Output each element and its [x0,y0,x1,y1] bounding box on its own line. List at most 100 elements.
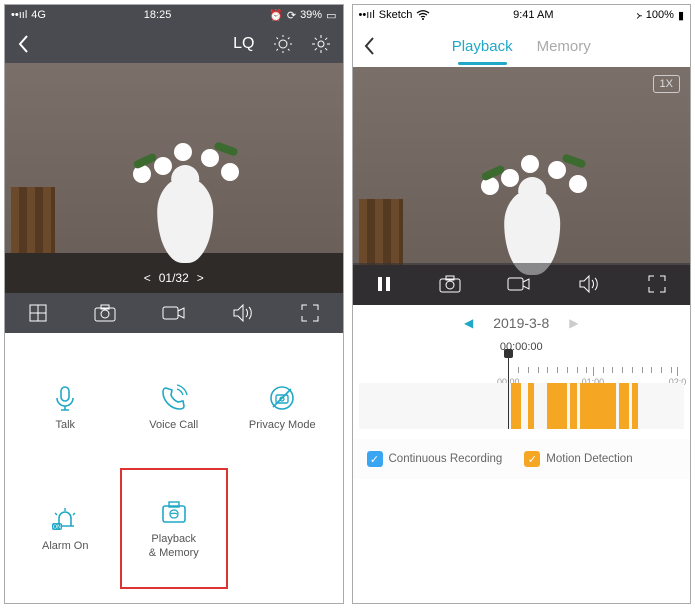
battery-icon: ▭ [326,9,336,22]
alarm-label: Alarm On [42,540,88,553]
pager-total: 32 [175,271,188,285]
on-badge: ON [53,524,61,530]
privacy-mode-button[interactable]: Privacy Mode [228,347,337,468]
timeline-panel: ◀ 2019-3-8 ▶ 00:00:00 00:00 01:00 02:0 [353,305,691,603]
selected-date[interactable]: 2019-3-8 [493,315,549,331]
continuous-label: Continuous Recording [389,453,503,465]
back-button[interactable] [363,36,375,56]
date-selector: ◀ 2019-3-8 ▶ [353,305,691,341]
empty-slot [228,468,337,589]
wifi-icon [416,10,430,20]
camera-icon [439,275,461,293]
sound-button[interactable] [578,275,600,293]
multiview-button[interactable] [28,303,48,323]
clock: 18:25 [144,9,172,21]
camera-pager: < 01/32 > [144,271,204,285]
decor [201,149,219,167]
video-camera-icon [162,304,186,322]
settings-button[interactable] [311,34,331,54]
playback-video-frame[interactable]: 1X [353,67,691,305]
carrier-label: Sketch [379,9,413,21]
video-camera-icon [507,275,531,293]
playback-icon [158,497,190,527]
pause-icon [376,275,392,293]
live-control-bar [5,293,343,333]
recording-segments [359,383,685,429]
current-timecode: 00:00:00 [353,341,691,353]
pager-prev[interactable]: < [144,271,151,285]
feature-grid: Talk Voice Call Privacy Mode ON Alarm On… [5,333,343,603]
gear-icon [311,34,331,54]
timeline-ruler: 00:00 01:00 02:0 [359,367,685,381]
playback-speed-button[interactable]: 1X [653,75,680,93]
record-button[interactable] [507,275,531,293]
speaker-icon [578,275,600,293]
signal-icon: ••ııl [11,9,27,21]
voice-call-button[interactable]: Voice Call [120,347,229,468]
chevron-left-icon [363,36,375,56]
tab-playback[interactable]: Playback [452,34,513,59]
pager-current: 01 [159,271,172,285]
expand-icon [300,303,320,323]
siren-icon: ON [49,504,81,534]
playback-screen: ••ııl Sketch 9:41 AM ᚛ 100% ▮ Playback M… [352,4,692,604]
privacy-icon [267,383,297,413]
network-label: 4G [31,9,46,21]
talk-button[interactable]: Talk [11,347,120,468]
status-bar: ••ııl 4G 18:25 ⏰ ⟳ 39% ▭ [5,5,343,25]
tab-memory[interactable]: Memory [537,34,591,59]
chevron-left-icon [17,34,29,54]
snapshot-button[interactable] [94,304,116,322]
timeline-legend: ✓ Continuous Recording ✓ Motion Detectio… [353,439,691,479]
playback-control-bar [353,263,691,305]
phone-icon [159,383,189,413]
signal-icon: ••ııl [359,9,375,21]
expand-icon [647,274,667,294]
live-view-screen: ••ııl 4G 18:25 ⏰ ⟳ 39% ▭ LQ [4,4,344,604]
decor [221,163,239,181]
date-next-button[interactable]: ▶ [569,316,578,330]
status-bar: ••ııl Sketch 9:41 AM ᚛ 100% ▮ [353,5,691,25]
decor [174,143,192,161]
timeline-playhead[interactable] [508,353,509,429]
checkbox-checked-icon: ✓ [524,451,540,467]
date-prev-button[interactable]: ◀ [464,316,473,330]
live-top-bar: LQ [5,25,343,63]
brightness-button[interactable] [273,34,293,54]
battery-pct: 100% [646,9,674,21]
mic-icon [50,383,80,413]
record-button[interactable] [162,304,186,322]
stream-quality-button[interactable]: LQ [233,35,254,53]
back-button[interactable] [17,34,29,54]
clock: 9:41 AM [513,9,553,21]
grid-icon [28,303,48,323]
camera-icon [94,304,116,322]
checkbox-checked-icon: ✓ [367,451,383,467]
live-video-frame[interactable]: < 01/32 > [5,63,343,293]
pause-button[interactable] [376,275,392,293]
sound-button[interactable] [232,304,254,322]
orientation-lock-icon: ⟳ [287,9,296,22]
decor [569,175,587,193]
timeline[interactable]: 00:00 01:00 02:0 [353,353,691,439]
bluetooth-icon: ᚛ [636,9,642,22]
playback-top-bar: Playback Memory [353,25,691,67]
voice-call-label: Voice Call [149,419,198,432]
fullscreen-button[interactable] [647,274,667,294]
talk-label: Talk [55,419,75,432]
motion-label: Motion Detection [546,453,632,465]
motion-checkbox[interactable]: ✓ Motion Detection [524,451,632,467]
speaker-icon [232,304,254,322]
battery-icon: ▮ [678,9,684,22]
fullscreen-button[interactable] [300,303,320,323]
battery-pct: 39% [300,9,322,21]
playback-memory-button[interactable]: Playback & Memory [120,468,229,589]
sun-icon [273,34,293,54]
continuous-checkbox[interactable]: ✓ Continuous Recording [367,451,503,467]
alarm-status-icon: ⏰ [269,9,283,22]
pager-next[interactable]: > [197,271,204,285]
privacy-label: Privacy Mode [249,419,316,432]
playback-label: Playback & Memory [149,533,199,559]
alarm-on-button[interactable]: ON Alarm On [11,468,120,589]
snapshot-button[interactable] [439,275,461,293]
